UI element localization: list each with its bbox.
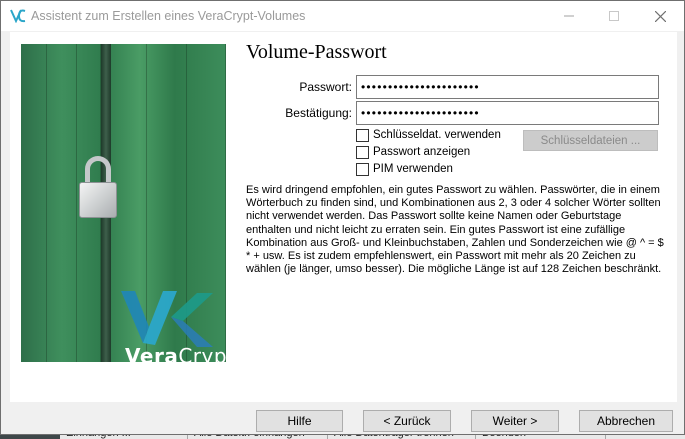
checkbox-label: PIM verwenden bbox=[373, 163, 453, 175]
veracrypt-app-icon bbox=[10, 9, 26, 23]
show-password-checkbox[interactable]: Passwort anzeigen bbox=[356, 145, 470, 159]
title-bar[interactable]: Assistent zum Erstellen eines VeraCrypt-… bbox=[1, 1, 684, 31]
padlock-icon bbox=[79, 182, 117, 218]
minimize-button[interactable] bbox=[546, 1, 592, 31]
wizard-window: Assistent zum Erstellen eines VeraCrypt-… bbox=[0, 0, 685, 435]
close-button[interactable] bbox=[637, 1, 683, 31]
maximize-button[interactable] bbox=[591, 1, 637, 31]
password-label: Passwort: bbox=[299, 80, 352, 94]
password-advice-text: Es wird dringend empfohlen, ein gutes Pa… bbox=[246, 184, 664, 276]
veracrypt-logo-text: VeraCrypt bbox=[125, 344, 226, 362]
maximize-icon bbox=[609, 11, 619, 21]
checkbox-label: Schlüsseldat. verwenden bbox=[373, 129, 501, 141]
checkbox-box[interactable] bbox=[356, 162, 369, 176]
confirm-label: Bestätigung: bbox=[285, 106, 352, 120]
close-icon bbox=[654, 10, 666, 22]
window-title: Assistent zum Erstellen eines VeraCrypt-… bbox=[31, 9, 306, 23]
checkbox-box[interactable] bbox=[356, 128, 369, 142]
page-title: Volume-Passwort bbox=[246, 41, 387, 63]
cancel-button[interactable]: Abbrechen bbox=[579, 410, 673, 432]
use-pim-checkbox[interactable]: PIM verwenden bbox=[356, 162, 453, 176]
checkbox-box[interactable] bbox=[356, 145, 369, 159]
keyfiles-button[interactable]: Schlüsseldateien ... bbox=[523, 130, 658, 151]
back-button[interactable]: < Zurück bbox=[363, 410, 451, 432]
use-keyfiles-checkbox[interactable]: Schlüsseldat. verwenden bbox=[356, 128, 501, 142]
minimize-icon bbox=[564, 15, 574, 17]
padlock-door-image: VeraCrypt bbox=[21, 44, 226, 362]
next-button[interactable]: Weiter > bbox=[471, 410, 559, 432]
wizard-content: VeraCrypt Volume-Passwort Passwort: ••••… bbox=[10, 32, 677, 402]
password-input[interactable]: •••••••••••••••••••••• bbox=[356, 75, 659, 99]
confirm-password-input[interactable]: •••••••••••••••••••••• bbox=[356, 101, 659, 125]
checkbox-label: Passwort anzeigen bbox=[373, 146, 471, 158]
help-button[interactable]: Hilfe bbox=[256, 410, 343, 432]
